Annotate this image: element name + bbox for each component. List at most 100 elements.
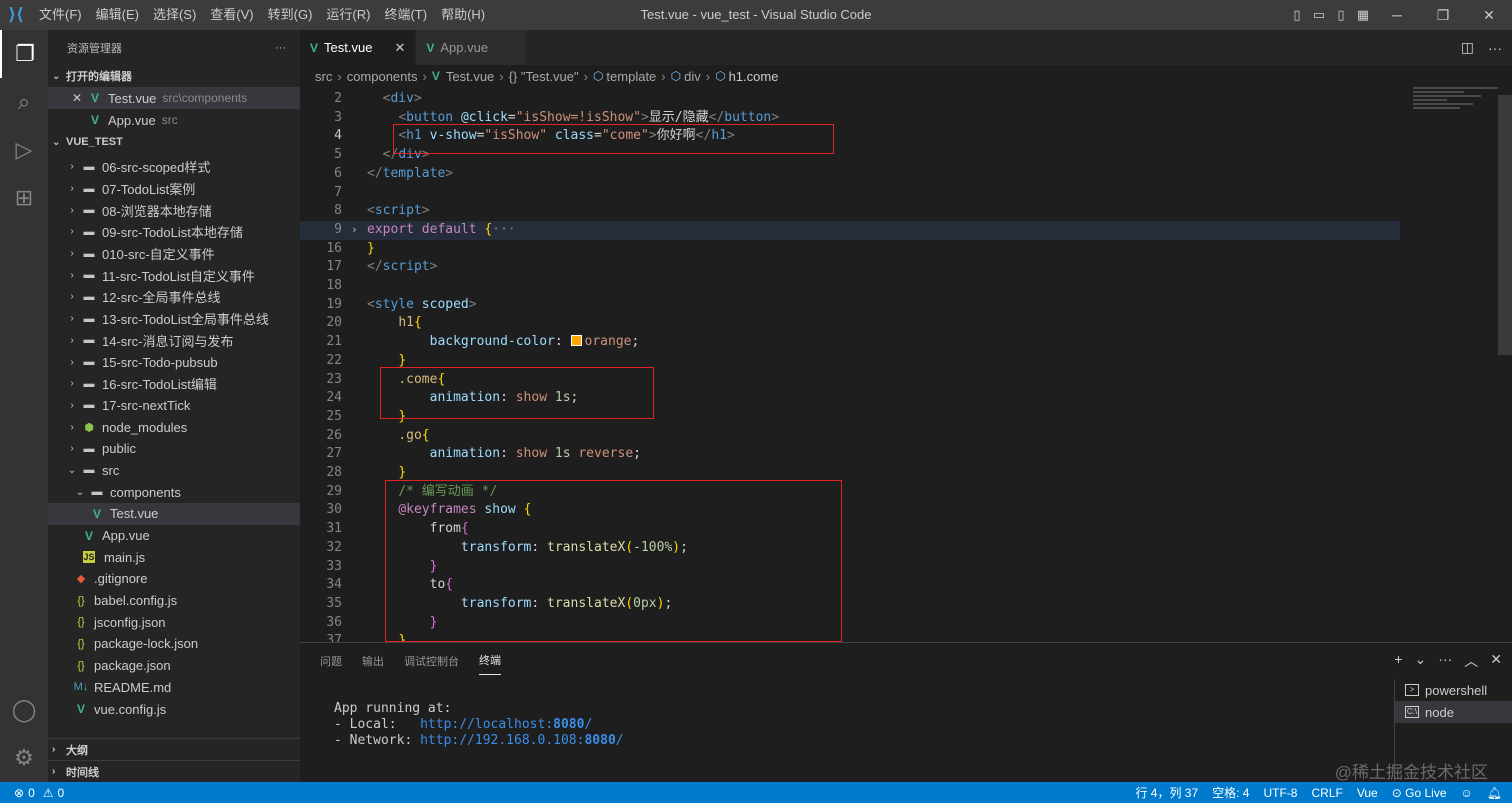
code-line[interactable]: 9 › export default {···: [300, 220, 1400, 240]
tree-folder[interactable]: › ▬ 010-src-自定义事件: [48, 243, 300, 265]
split-editor-icon[interactable]: ◫: [1461, 39, 1474, 56]
menu-edit[interactable]: 编辑(E): [89, 0, 146, 30]
code-editor[interactable]: 2 <div> 3 <button @click="isShow=!isShow"…: [300, 87, 1512, 642]
indentation[interactable]: 空格: 4: [1212, 784, 1249, 801]
toggle-sidebar-icon[interactable]: ▯: [1286, 0, 1308, 30]
menu-selection[interactable]: 选择(S): [146, 0, 203, 30]
tab-app-vue[interactable]: V App.vue: [416, 30, 528, 65]
network-url[interactable]: http://192.168.0.108:: [420, 733, 584, 748]
menu-run[interactable]: 运行(R): [319, 0, 377, 30]
menu-go[interactable]: 转到(G): [261, 0, 320, 30]
tree-folder[interactable]: › ▬ 15-src-Todo-pubsub: [48, 351, 300, 373]
close-panel-icon[interactable]: ✕: [1490, 651, 1502, 671]
tree-file[interactable]: Vvue.config.js: [48, 698, 300, 720]
tree-folder[interactable]: › ▬ public: [48, 438, 300, 460]
language-mode[interactable]: Vue: [1357, 786, 1378, 800]
breadcrumb-item[interactable]: Test.vue: [446, 69, 494, 84]
code-line[interactable]: 19 <style scoped>: [300, 296, 1400, 315]
code-line[interactable]: 18: [300, 277, 1400, 296]
tree-folder[interactable]: › ▬ 06-src-scoped样式: [48, 156, 300, 178]
breadcrumb-item[interactable]: template: [606, 69, 656, 84]
minimap[interactable]: [1413, 87, 1498, 147]
tree-folder[interactable]: › ▬ 13-src-TodoList全局事件总线: [48, 308, 300, 330]
toggle-secondary-sidebar-icon[interactable]: ▯: [1330, 0, 1352, 30]
tree-file[interactable]: V Test.vue: [48, 503, 300, 525]
terminal-output[interactable]: App running at: - Local: http://localhos…: [334, 701, 624, 749]
code-line[interactable]: 16}: [300, 240, 1400, 259]
breadcrumb-item[interactable]: components: [347, 69, 418, 84]
editor-scrollbar[interactable]: [1498, 95, 1512, 355]
code-line[interactable]: 20 h1{: [300, 314, 1400, 333]
run-debug-icon[interactable]: ▷: [0, 126, 48, 174]
tree-folder[interactable]: › ▬ 14-src-消息订阅与发布: [48, 330, 300, 352]
tree-folder[interactable]: › ▬ 11-src-TodoList自定义事件: [48, 264, 300, 286]
tree-folder[interactable]: › ▬ 17-src-nextTick: [48, 395, 300, 417]
timeline-header[interactable]: › 时间线: [48, 760, 300, 782]
account-icon[interactable]: ◯: [0, 686, 48, 734]
feedback-icon[interactable]: ☺: [1461, 786, 1473, 800]
tab-output[interactable]: 输出: [362, 647, 384, 675]
open-editor-item[interactable]: V App.vue src: [48, 109, 300, 131]
tree-file[interactable]: ◆ .gitignore: [48, 568, 300, 590]
settings-gear-icon[interactable]: ⚙: [0, 734, 48, 782]
open-editors-header[interactable]: ⌄ 打开的编辑器: [48, 65, 300, 87]
end-of-line[interactable]: CRLF: [1311, 786, 1342, 800]
tree-folder[interactable]: › ▬ 08-浏览器本地存储: [48, 199, 300, 221]
tree-folder[interactable]: › ▬ 12-src-全局事件总线: [48, 286, 300, 308]
tab-debug-console[interactable]: 调试控制台: [404, 647, 459, 675]
terminal-powershell[interactable]: > powershell: [1395, 679, 1512, 701]
breadcrumb-item[interactable]: div: [684, 69, 701, 84]
breadcrumb-item[interactable]: {} "Test.vue": [509, 69, 579, 84]
local-url[interactable]: http://localhost:: [420, 717, 553, 732]
encoding[interactable]: UTF-8: [1263, 786, 1297, 800]
problems-indicator[interactable]: ⊗ 0 ⚠ 0: [0, 786, 64, 800]
tree-file[interactable]: {} babel.config.js: [48, 590, 300, 612]
breadcrumb-item[interactable]: src: [315, 69, 332, 84]
code-line[interactable]: 2 <div>: [300, 90, 1400, 109]
code-line[interactable]: 7: [300, 184, 1400, 203]
project-header[interactable]: ⌄ VUE_TEST: [48, 131, 300, 153]
terminal-node[interactable]: C:\ node: [1395, 701, 1512, 723]
tree-file[interactable]: M↓ README.md: [48, 677, 300, 699]
code-line[interactable]: 26 .go{: [300, 427, 1400, 446]
tree-folder[interactable]: › ⬢ node_modules: [48, 416, 300, 438]
toggle-panel-icon[interactable]: ▭: [1308, 0, 1330, 30]
tab-problems[interactable]: 问题: [320, 647, 342, 675]
minimize-button[interactable]: ─: [1374, 0, 1420, 30]
fold-chevron-icon[interactable]: ›: [351, 221, 358, 240]
tree-file[interactable]: V App.vue: [48, 525, 300, 547]
code-line[interactable]: 21 background-color: orange;: [300, 333, 1400, 352]
tree-folder[interactable]: ⌄ ▬ components: [48, 481, 300, 503]
tree-folder[interactable]: ⌄ ▬ src: [48, 460, 300, 482]
close-window-button[interactable]: ✕: [1466, 0, 1512, 30]
outline-header[interactable]: › 大纲: [48, 738, 300, 760]
customize-layout-icon[interactable]: ▦: [1352, 0, 1374, 30]
code-line[interactable]: 6 </template>: [300, 165, 1400, 184]
breadcrumb-item[interactable]: h1.come: [729, 69, 779, 84]
tree-folder[interactable]: › ▬ 16-src-TodoList编辑: [48, 373, 300, 395]
more-actions-icon[interactable]: ···: [1438, 651, 1452, 671]
tree-folder[interactable]: › ▬ 07-TodoList案例: [48, 178, 300, 200]
menu-help[interactable]: 帮助(H): [434, 0, 492, 30]
maximize-panel-icon[interactable]: ︿: [1464, 651, 1478, 671]
code-line[interactable]: 8 <script>: [300, 202, 1400, 221]
tree-file[interactable]: {} package.json: [48, 655, 300, 677]
search-icon[interactable]: ⌕: [0, 78, 48, 126]
tree-folder[interactable]: › ▬ 09-src-TodoList本地存储: [48, 221, 300, 243]
notifications-icon[interactable]: 🔔︎: [1487, 786, 1502, 800]
tab-test-vue[interactable]: V Test.vue ✕: [300, 30, 417, 65]
go-live-button[interactable]: ⊙ Go Live: [1392, 786, 1447, 800]
tab-terminal[interactable]: 终端: [479, 646, 501, 675]
menu-terminal[interactable]: 终端(T): [377, 0, 434, 30]
close-tab-icon[interactable]: ✕: [394, 40, 405, 56]
code-line[interactable]: 17 </script>: [300, 258, 1400, 277]
tree-file[interactable]: {} jsconfig.json: [48, 611, 300, 633]
tree-file[interactable]: {} package-lock.json: [48, 633, 300, 655]
restore-button[interactable]: ❐: [1420, 0, 1466, 30]
menu-view[interactable]: 查看(V): [203, 0, 260, 30]
extensions-icon[interactable]: ⊞: [0, 174, 48, 222]
open-editor-item[interactable]: ✕ V Test.vue src\components: [48, 87, 300, 109]
new-terminal-icon[interactable]: +: [1394, 651, 1402, 671]
more-actions-icon[interactable]: ···: [1488, 40, 1502, 56]
more-actions-icon[interactable]: ···: [275, 42, 286, 54]
